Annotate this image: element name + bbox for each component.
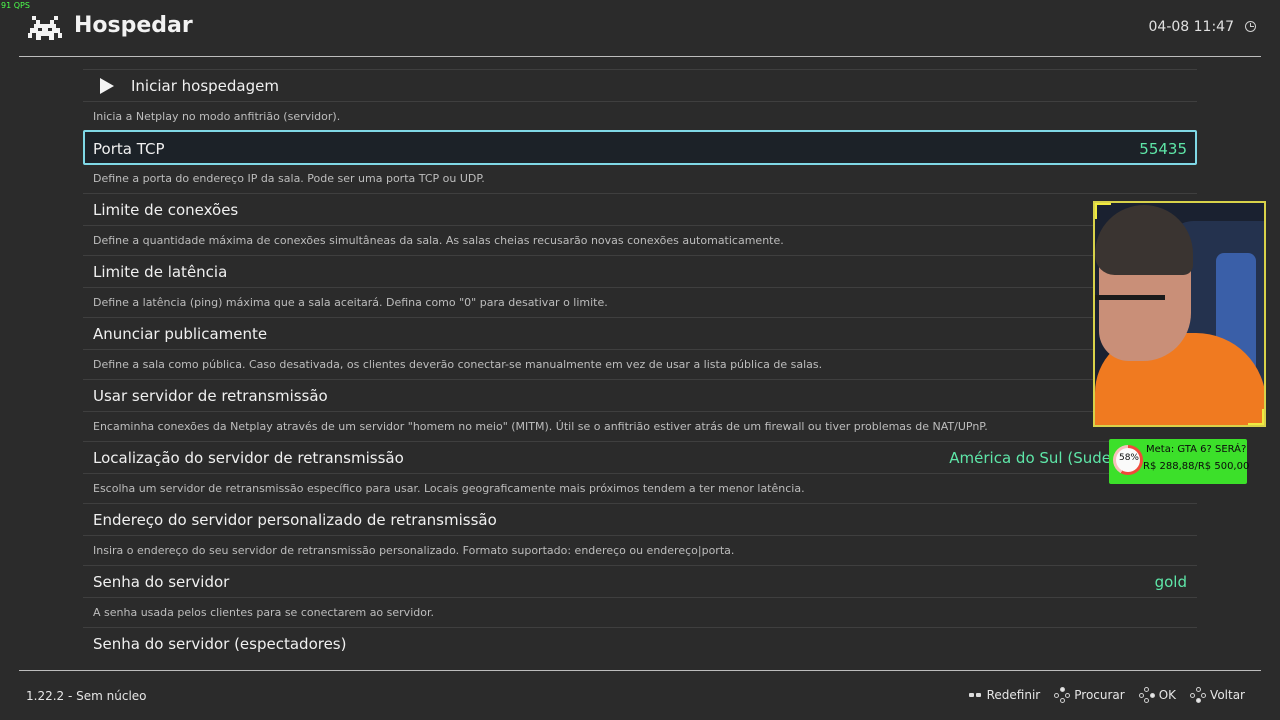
menu-item-label: Senha do servidor [93, 573, 230, 591]
menu-item-label: Porta TCP [93, 140, 165, 158]
webcam-overlay [1093, 201, 1266, 427]
goal-percent: 58% [1118, 453, 1139, 463]
webcam-glasses [1095, 295, 1165, 300]
frame-corner [1095, 203, 1111, 219]
menu-item-label: Usar servidor de retransmissão [93, 387, 328, 405]
face-buttons-icon [1190, 687, 1207, 703]
menu-item-value: América do Sul (Sude [949, 449, 1111, 467]
menu-row: Senha do servidor (espectadores) [83, 627, 1197, 659]
goal-title: Meta: GTA 6? SERÁ? [1146, 444, 1247, 455]
menu-item-description: Define a porta do endereço IP da sala. P… [93, 172, 485, 185]
menu-row: Iniciar hospedagem [83, 69, 1197, 101]
reset-action[interactable]: Redefinir [968, 688, 1041, 702]
separator [83, 473, 1197, 474]
menu-item-label: Senha do servidor (espectadores) [93, 635, 347, 653]
separator [83, 535, 1197, 536]
menu-item-spectator-password[interactable]: Senha do servidor (espectadores) [83, 627, 1197, 666]
frame-corner [1248, 409, 1264, 425]
menu-item-label: Limite de latência [93, 263, 228, 281]
menu-row: Anunciar publicamente [83, 317, 1197, 349]
menu-item-start-hosting[interactable]: Iniciar hospedagem Inicia a Netplay no m… [83, 69, 1197, 131]
menu-item-label: Iniciar hospedagem [131, 77, 279, 95]
menu-item-connection-limit[interactable]: Limite de conexões 3 Define a quantidade… [83, 193, 1197, 255]
menu-item-value: 55435 [1139, 140, 1187, 158]
menu-item-use-relay-server[interactable]: Usar servidor de retransmissão Encaminha… [83, 379, 1197, 441]
menu-item-description: Encaminha conexões da Netplay através de… [93, 420, 988, 433]
menu-item-latency-limit[interactable]: Limite de latência Define a latência (pi… [83, 255, 1197, 317]
menu-item-description: Escolha um servidor de retransmissão esp… [93, 482, 805, 495]
menu-row: Limite de latência [83, 255, 1197, 287]
clock-icon [1245, 21, 1256, 32]
version-label: 1.22.2 - Sem núcleo [26, 689, 147, 703]
face-buttons-icon [1138, 687, 1155, 703]
menu-row: Localização do servidor de retransmissão… [83, 441, 1197, 473]
menu-row: Porta TCP 55435 [83, 130, 1197, 165]
menu-row: Endereço do servidor personalizado de re… [83, 503, 1197, 535]
menu-item-description: A senha usada pelos clientes para se con… [93, 606, 434, 619]
search-action[interactable]: Procurar [1054, 687, 1125, 703]
menu-item-server-password[interactable]: Senha do servidor gold A senha usada pel… [83, 565, 1197, 627]
separator [83, 225, 1197, 226]
retroarch-logo-icon [28, 16, 62, 40]
menu-item-description: Inicia a Netplay no modo anfitrião (serv… [93, 110, 341, 123]
menu-item-description: Define a latência (ping) máxima que a sa… [93, 296, 608, 309]
select-button-icon [968, 692, 983, 698]
header-divider [19, 56, 1261, 57]
separator [83, 411, 1197, 412]
menu-row: Senha do servidor gold [83, 565, 1197, 597]
separator [83, 349, 1197, 350]
settings-list: Iniciar hospedagem Inicia a Netplay no m… [83, 69, 1197, 666]
menu-item-label: Localização do servidor de retransmissão [93, 449, 404, 467]
header: Hospedar 04-08 11:47 [0, 0, 1280, 56]
face-buttons-icon [1054, 687, 1071, 703]
menu-row: Limite de conexões 3 [83, 193, 1197, 225]
menu-item-label: Limite de conexões [93, 201, 239, 219]
menu-item-announce-publicly[interactable]: Anunciar publicamente Define a sala como… [83, 317, 1197, 379]
separator [83, 287, 1197, 288]
play-icon [100, 78, 114, 94]
menu-row: Usar servidor de retransmissão [83, 379, 1197, 411]
ok-action[interactable]: OK [1138, 687, 1177, 703]
menu-item-label: Anunciar publicamente [93, 325, 268, 343]
donation-goal-widget: 58% Meta: GTA 6? SERÁ? R$ 288,88/R$ 500,… [1109, 439, 1250, 484]
reset-label: Redefinir [986, 688, 1041, 702]
menu-item-label: Endereço do servidor personalizado de re… [93, 511, 497, 529]
back-action[interactable]: Voltar [1190, 687, 1245, 703]
goal-amount: R$ 288,88/R$ 500,00 [1143, 461, 1250, 472]
menu-item-description: Define a sala como pública. Caso desativ… [93, 358, 823, 371]
page-title: Hospedar [74, 13, 193, 38]
menu-item-relay-server-location[interactable]: Localização do servidor de retransmissão… [83, 441, 1197, 503]
menu-item-description: Insira o endereço do seu servidor de ret… [93, 544, 735, 557]
separator [83, 101, 1197, 102]
footer-actions: Redefinir Procurar OK Voltar [968, 687, 1245, 703]
back-label: Voltar [1210, 688, 1245, 702]
menu-item-custom-relay-address[interactable]: Endereço do servidor personalizado de re… [83, 503, 1197, 565]
separator [83, 597, 1197, 598]
menu-item-description: Define a quantidade máxima de conexões s… [93, 234, 784, 247]
clock: 04-08 11:47 [1148, 19, 1234, 35]
menu-item-tcp-port[interactable]: Porta TCP 55435 Define a porta do endere… [83, 130, 1197, 193]
ok-label: OK [1158, 688, 1177, 702]
search-label: Procurar [1074, 688, 1125, 702]
menu-item-value: gold [1154, 573, 1187, 591]
footer-divider [19, 670, 1261, 671]
